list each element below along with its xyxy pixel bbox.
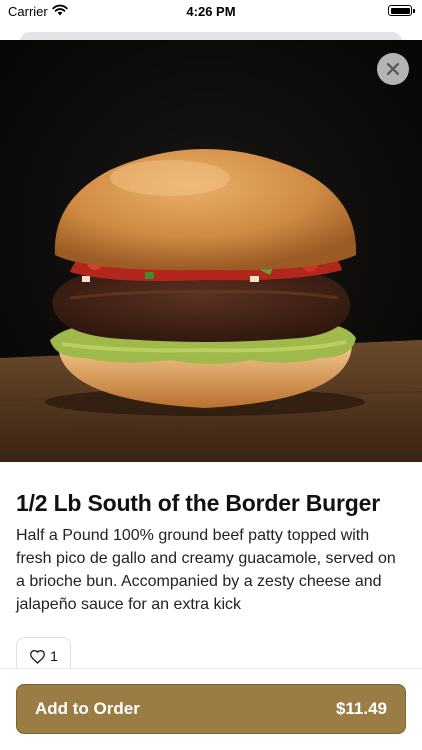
item-description: Half a Pound 100% ground beef patty topp… — [16, 527, 396, 613]
status-bar: Carrier 4:26 PM — [0, 0, 422, 24]
add-to-order-button[interactable]: Add to Order $11.49 — [16, 684, 406, 734]
heart-icon — [30, 649, 46, 664]
battery-icon — [388, 5, 415, 16]
item-details: 1/2 Lb South of the Border Burger Half a… — [16, 488, 408, 616]
item-title: 1/2 Lb South of the Border Burger — [16, 490, 380, 516]
close-button[interactable] — [377, 53, 409, 85]
add-to-order-label: Add to Order — [35, 699, 140, 718]
price-label: $11.49 — [335, 699, 387, 718]
like-count: 1 — [50, 648, 58, 664]
close-icon — [386, 62, 400, 76]
clock: 4:26 PM — [186, 4, 236, 19]
product-image — [0, 40, 422, 462]
